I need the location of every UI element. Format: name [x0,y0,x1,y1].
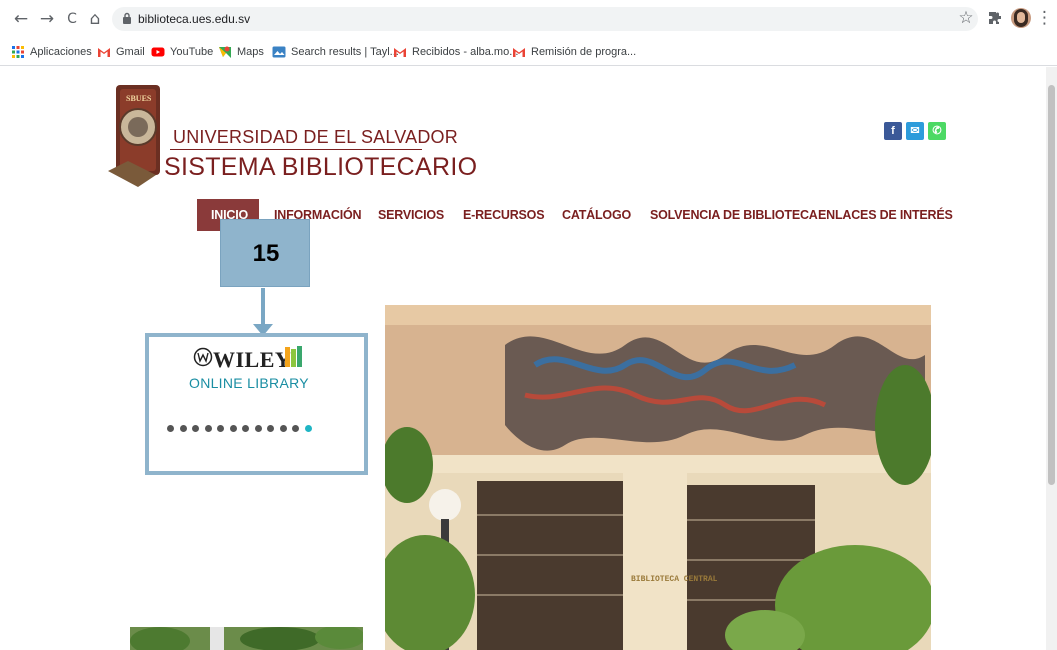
bookmark-label: Remisión de progra... [531,46,637,58]
slider-dot[interactable] [292,425,299,432]
browser-toolbar: ← → C ⌂ biblioteca.ues.edu.sv ☆ ⋮ [0,0,1057,38]
scrollbar-thumb[interactable] [1048,85,1055,485]
slider-dot[interactable] [192,425,199,432]
title-underline [170,149,422,150]
gmail-icon [512,45,526,59]
bookmark-label: YouTube [170,46,214,58]
bookmark-recibidos[interactable]: Recibidos - alba.mo... [393,44,518,60]
bookmark-label: Maps [237,46,264,58]
slider-dot[interactable] [217,425,224,432]
library-building-photo: BIBLIOTECA CENTRAL [385,305,931,650]
resource-slider[interactable]: WILEY ONLINE LIBRARY [145,333,368,475]
slider-dot[interactable] [254,425,262,432]
bookmark-gmail[interactable]: Gmail [97,44,145,60]
nav-enlaces[interactable]: ENLACES DE INTERÉS [818,208,953,222]
nav-e-recursos[interactable]: E-RECURSOS [463,208,545,222]
system-title[interactable]: SISTEMA BIBLIOTECARIO [164,153,477,182]
annotation-number: 15 [252,240,280,267]
bookmarks-bar: Aplicaciones Gmail YouTube Maps Search r… [0,38,1057,66]
extensions-puzzle-icon[interactable] [988,11,1002,25]
back-arrow-icon[interactable]: ← [10,8,32,30]
secondary-photo [130,627,363,650]
youtube-icon [151,45,165,59]
bookmark-youtube[interactable]: YouTube [151,44,213,60]
web-page: SBUES UNIVERSIDAD DE EL SALVADOR SISTEMA… [0,67,1046,650]
wiley-emblem-icon [193,347,213,367]
slider-dot[interactable] [267,425,274,432]
building-sign-text: BIBLIOTECA CENTRAL [631,575,718,584]
wiley-subtitle[interactable]: ONLINE LIBRARY [189,375,309,391]
wiley-logo-text[interactable]: WILEY [213,347,291,373]
search-results-icon [272,45,286,59]
mail-icon[interactable]: ✉ [906,122,924,140]
maps-icon [218,45,232,59]
address-bar[interactable]: biblioteca.ues.edu.sv [112,7,978,31]
annotation-callout: 15 [220,219,310,287]
logo-text: SBUES [126,94,152,103]
slider-dot[interactable] [279,425,287,432]
slider-dot[interactable] [167,425,174,432]
bookmark-search-results[interactable]: Search results | Tayl... [272,44,399,60]
nav-catalogo[interactable]: CATÁLOGO [562,208,631,222]
bookmark-maps[interactable]: Maps [218,44,264,60]
lock-icon [123,12,131,24]
slider-dot[interactable] [304,425,312,432]
gmail-icon [393,45,407,59]
bookmark-label: Recibidos - alba.mo... [412,46,519,58]
wiley-books-icon [285,346,302,367]
reload-icon[interactable]: C [61,8,83,30]
url-text: biblioteca.ues.edu.sv [138,12,251,26]
university-title[interactable]: UNIVERSIDAD DE EL SALVADOR [173,127,458,148]
annotation-arrow [261,288,265,326]
slider-dot[interactable] [242,425,249,432]
forward-arrow-icon[interactable]: → [36,8,58,30]
facebook-icon[interactable]: f [884,122,902,140]
phone-icon[interactable]: ✆ [928,122,946,140]
menu-kebab-icon[interactable]: ⋮ [1036,7,1053,29]
nav-servicios[interactable]: SERVICIOS [378,208,444,222]
profile-avatar[interactable] [1011,8,1031,28]
bookmark-label: Gmail [116,46,145,58]
slider-dot[interactable] [179,425,187,432]
apps-grid-icon [11,45,25,59]
slider-dot[interactable] [229,425,237,432]
home-icon[interactable]: ⌂ [84,8,106,30]
gmail-icon [97,45,111,59]
page-scrollbar[interactable] [1046,67,1057,650]
bookmark-aplicaciones[interactable]: Aplicaciones [11,44,92,60]
bookmark-star-icon[interactable]: ☆ [955,7,977,29]
sbues-logo-icon[interactable]: SBUES [108,79,170,191]
bookmark-label: Aplicaciones [30,46,92,58]
bookmark-remision[interactable]: Remisión de progra... [512,44,636,60]
slider-dot[interactable] [204,425,212,432]
nav-solvencia[interactable]: SOLVENCIA DE BIBLIOTECA [650,208,818,222]
bookmark-label: Search results | Tayl... [291,46,399,58]
